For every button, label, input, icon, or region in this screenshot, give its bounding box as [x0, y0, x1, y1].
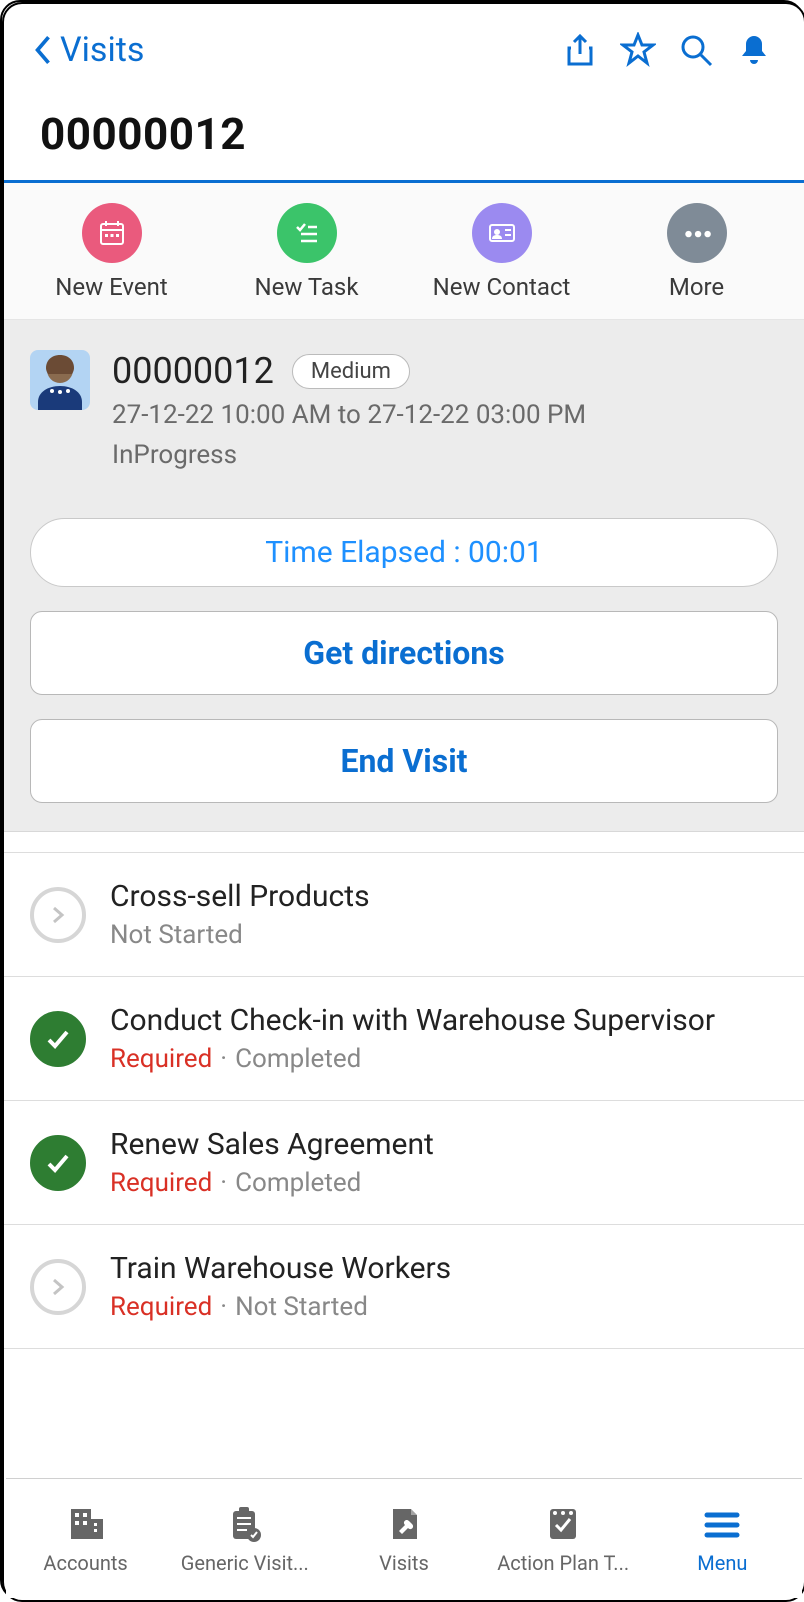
quick-actions-row: New Event New Task New Contact More	[4, 183, 804, 320]
quick-action-contact-card[interactable]: New Contact	[412, 203, 592, 301]
star-icon	[620, 32, 656, 68]
share-button[interactable]	[558, 28, 602, 72]
record-info: 00000012 Medium 27-12-22 10:00 AM to 27-…	[112, 350, 778, 470]
notifications-button[interactable]	[732, 28, 776, 72]
task-item[interactable]: Train Warehouse Workers Required·Not Star…	[4, 1225, 804, 1349]
quick-action-label: More	[669, 273, 724, 301]
record-status: InProgress	[112, 440, 778, 470]
contact-card-icon	[472, 203, 532, 263]
priority-badge: Medium	[292, 354, 410, 389]
task-body: Conduct Check-in with Warehouse Supervis…	[110, 1003, 778, 1074]
chevron-circle-icon	[30, 887, 86, 943]
page-title: 00000012	[40, 108, 768, 160]
nav-building[interactable]: Accounts	[11, 1503, 161, 1575]
action-block: Time Elapsed : 00:01 Get directions End …	[4, 518, 804, 832]
record-id: 00000012	[112, 350, 274, 392]
task-meta: Required·Completed	[110, 1168, 778, 1198]
avatar-icon	[30, 350, 90, 410]
quick-action-label: New Task	[255, 273, 359, 301]
task-title: Conduct Check-in with Warehouse Supervis…	[110, 1003, 778, 1038]
back-button[interactable]: Visits	[32, 30, 144, 70]
chevron-circle-icon	[30, 1259, 86, 1315]
check-circle-icon	[30, 1011, 86, 1067]
chevron-left-icon	[32, 32, 54, 68]
nav-label: Generic Visit...	[181, 1551, 309, 1575]
record-card: 00000012 Medium 27-12-22 10:00 AM to 27-…	[4, 320, 804, 496]
check-circle-icon	[30, 1135, 86, 1191]
task-title: Renew Sales Agreement	[110, 1127, 778, 1162]
task-item[interactable]: Conduct Check-in with Warehouse Supervis…	[4, 977, 804, 1101]
clipboard-icon	[224, 1503, 266, 1545]
end-visit-button[interactable]: End Visit	[30, 719, 778, 803]
task-title: Cross-sell Products	[110, 879, 778, 914]
search-button[interactable]	[674, 28, 718, 72]
get-directions-button[interactable]: Get directions	[30, 611, 778, 695]
nav-label: Action Plan T...	[497, 1551, 629, 1575]
back-label: Visits	[60, 30, 144, 70]
calendar-icon	[82, 203, 142, 263]
record-datetime: 27-12-22 10:00 AM to 27-12-22 03:00 PM	[112, 400, 778, 430]
time-elapsed-pill[interactable]: Time Elapsed : 00:01	[30, 518, 778, 587]
task-list: Cross-sell Products Not Started Conduct Ch…	[4, 832, 804, 1349]
bell-icon	[736, 32, 772, 68]
quick-action-label: New Contact	[433, 273, 571, 301]
checklist-icon	[277, 203, 337, 263]
quick-action-checklist[interactable]: New Task	[217, 203, 397, 301]
task-body: Cross-sell Products Not Started	[110, 879, 778, 950]
quick-action-dots[interactable]: More	[607, 203, 787, 301]
quick-action-calendar[interactable]: New Event	[22, 203, 202, 301]
nav-plan[interactable]: Action Plan T...	[488, 1503, 638, 1575]
header-bar: Visits	[4, 4, 804, 82]
menu-icon	[701, 1503, 743, 1545]
task-meta: Not Started	[110, 920, 778, 950]
task-meta: Required·Completed	[110, 1044, 778, 1074]
share-icon	[562, 32, 598, 68]
plan-icon	[542, 1503, 584, 1545]
favorite-button[interactable]	[616, 28, 660, 72]
nav-label: Visits	[379, 1551, 429, 1575]
quick-action-label: New Event	[55, 273, 167, 301]
wrench-doc-icon	[383, 1503, 425, 1545]
dots-icon	[667, 203, 727, 263]
nav-label: Accounts	[43, 1551, 127, 1575]
page-title-row: 00000012	[4, 82, 804, 180]
record-section: 00000012 Medium 27-12-22 10:00 AM to 27-…	[4, 320, 804, 832]
building-icon	[65, 1503, 107, 1545]
nav-clipboard[interactable]: Generic Visit...	[170, 1503, 320, 1575]
avatar	[30, 350, 90, 410]
task-body: Renew Sales Agreement Required·Completed	[110, 1127, 778, 1198]
nav-label: Menu	[697, 1551, 747, 1575]
search-icon	[678, 32, 714, 68]
task-meta: Required·Not Started	[110, 1292, 778, 1322]
bottom-nav: Accounts Generic Visit... Visits Action Pla…	[6, 1478, 802, 1598]
task-item[interactable]: Cross-sell Products Not Started	[4, 852, 804, 977]
task-item[interactable]: Renew Sales Agreement Required·Completed	[4, 1101, 804, 1225]
nav-wrench-doc[interactable]: Visits	[329, 1503, 479, 1575]
task-body: Train Warehouse Workers Required·Not Star…	[110, 1251, 778, 1322]
nav-menu[interactable]: Menu	[647, 1503, 797, 1575]
task-title: Train Warehouse Workers	[110, 1251, 778, 1286]
